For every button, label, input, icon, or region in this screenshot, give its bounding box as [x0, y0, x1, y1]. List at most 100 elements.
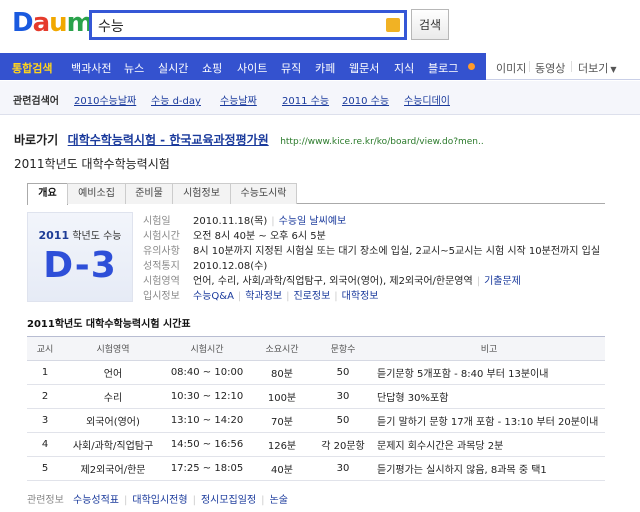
shortcut-link[interactable]: 대학수학능력시험 - 한국교육과정평가원: [68, 133, 269, 147]
nav-item-realtime[interactable]: 실시간: [158, 60, 188, 76]
cell-period: 2: [27, 384, 63, 409]
tab-exam-info[interactable]: 시험정보: [172, 183, 231, 204]
shortcut: 바로가기 대학수학능력시험 - 한국교육과정평가원 http://www.kic…: [14, 131, 484, 148]
tab-lunchbox[interactable]: 수능도시락: [230, 183, 297, 204]
cell-note: 단답형 30%포함: [373, 384, 605, 409]
related-link[interactable]: 2010수능날짜: [74, 92, 136, 107]
cell-note: 듣기 말하기 문항 17개 포함 - 13:10 부터 20분이내: [373, 408, 605, 433]
admission-link[interactable]: 대학정보: [342, 291, 379, 302]
nav-item-site[interactable]: 사이트: [237, 60, 267, 76]
nav-item-images[interactable]: 이미지: [496, 60, 526, 76]
dday-count: D-3: [43, 245, 117, 286]
logo-letter-u: u: [49, 8, 67, 38]
search-input[interactable]: [98, 16, 378, 36]
logo-letter-a: a: [32, 8, 51, 38]
date-value: 2010.11.18(목): [193, 216, 268, 227]
nav-item-blog[interactable]: 블로그: [428, 60, 458, 76]
table-row: 1 언어 08:40 ~ 10:00 80분 50 듣기문항 5개포함 - 8:…: [27, 360, 605, 385]
weather-link[interactable]: 수능일 날씨예보: [279, 216, 347, 227]
column-header: 시험시간: [163, 336, 251, 361]
nav-item-knowledge[interactable]: 지식: [394, 60, 414, 76]
related-info-link[interactable]: 논술: [270, 495, 288, 506]
cell-time: 13:10 ~ 14:20: [163, 408, 251, 433]
cell-subject: 사회/과학/직업탐구: [63, 432, 163, 457]
info-value: 8시 10분까지 지정된 시험실 또는 대기 장소에 입실, 2교시~5교시는 …: [193, 246, 601, 257]
info-label: 성적통지: [143, 261, 180, 272]
nav-item-music[interactable]: 뮤직: [281, 60, 301, 76]
related-searches: 관련검색어 2010수능날짜 수능 d-day 수능날짜 2011 수능 201…: [0, 81, 640, 115]
table-header-row: 교시 시험영역 시험시간 소요시간 문항수 비고: [27, 336, 605, 361]
nav-item-cafe[interactable]: 카페: [315, 60, 335, 76]
column-header: 시험영역: [63, 336, 163, 361]
dday-image: 2011 학년도 수능 D-3: [27, 212, 133, 302]
column-header: 교시: [27, 336, 63, 361]
admission-link[interactable]: 수능Q&A: [193, 291, 234, 302]
divider: |: [237, 291, 242, 302]
nav-item-video[interactable]: 동영상: [535, 60, 565, 76]
nav-item-more[interactable]: 더보기 ▼: [578, 60, 617, 76]
nav-item-integrated[interactable]: 통합검색: [12, 60, 52, 76]
related-link[interactable]: 수능날짜: [220, 92, 257, 107]
past-exam-link[interactable]: 기출문제: [484, 276, 521, 287]
divider: |: [286, 291, 290, 302]
divider: |: [124, 495, 128, 506]
column-header: 소요시간: [251, 336, 313, 361]
shortcut-label: 바로가기: [14, 133, 59, 147]
nav-item-shopping[interactable]: 쇼핑: [202, 60, 222, 76]
schedule-title: 2011학년도 대학수학능력시험 시간표: [27, 319, 191, 330]
cell-subject: 수리: [63, 384, 163, 409]
related-info-label: 관련정보: [27, 495, 64, 506]
cell-note: 문제지 회수시간은 과목당 2분: [373, 432, 605, 457]
info-value: 2010.11.18(목) | 수능일 날씨예보: [193, 212, 346, 227]
cell-period: 1: [27, 360, 63, 385]
cell-note: 듣기평가는 실시하지 않음, 8과목 중 택1: [373, 456, 605, 481]
category-nav: 통합검색 백과사전 뉴스 실시간 쇼핑 사이트 뮤직 카페 웹문서 지식 블로그…: [0, 53, 640, 80]
search-button[interactable]: 검색: [411, 9, 449, 40]
area-value: 언어, 수리, 사회/과학/직업탐구, 외국어(영어), 제2외국어/한문영역: [193, 276, 473, 287]
divider: |: [271, 216, 275, 227]
info-value: 오전 8시 40분 ~ 오후 6시 5분: [193, 231, 326, 242]
nav-more-label: 더보기: [578, 62, 609, 75]
related-link[interactable]: 수능 d-day: [151, 92, 201, 107]
daum-logo[interactable]: Daum: [12, 8, 94, 38]
cell-questions: 50: [313, 408, 373, 433]
cell-period: 5: [27, 456, 63, 481]
cell-duration: 40분: [251, 456, 313, 481]
page-title: 2011학년도 대학수학능력시험: [14, 157, 170, 171]
related-info-link[interactable]: 정시모집일정: [201, 495, 256, 506]
admission-link[interactable]: 학과정보: [245, 291, 282, 302]
cell-time: 17:25 ~ 18:05: [163, 456, 251, 481]
divider: |: [476, 276, 481, 287]
column-header: 문항수: [313, 336, 373, 361]
info-value: 언어, 수리, 사회/과학/직업탐구, 외국어(영어), 제2외국어/한문영역 |…: [193, 272, 521, 287]
cell-subject: 외국어(영어): [63, 408, 163, 433]
related-info-link[interactable]: 대학입시전형: [132, 495, 187, 506]
tab-preliminary[interactable]: 예비소집: [67, 183, 126, 204]
shortcut-url: http://www.kice.re.kr/ko/board/view.do?m…: [280, 137, 484, 147]
tab-overview[interactable]: 개요: [27, 183, 68, 205]
dday-label: 학년도 수능: [72, 231, 122, 242]
cell-questions: 30: [313, 456, 373, 481]
nav-item-webdoc[interactable]: 웹문서: [349, 60, 379, 76]
nav-item-encyclopedia[interactable]: 백과사전: [71, 60, 111, 76]
cell-period: 4: [27, 432, 63, 457]
cell-questions: 각 20문항: [313, 432, 373, 457]
related-link[interactable]: 2011 수능: [282, 92, 329, 107]
nav-item-news[interactable]: 뉴스: [124, 60, 144, 76]
cell-duration: 80분: [251, 360, 313, 385]
related-link[interactable]: 수능디데이: [404, 92, 450, 107]
table-row: 4 사회/과학/직업탐구 14:50 ~ 16:56 126분 각 20문항 문…: [27, 432, 605, 457]
info-value: 수능Q&A | 학과정보 | 진로정보 | 대학정보: [193, 287, 378, 302]
admission-link[interactable]: 진로정보: [293, 291, 330, 302]
cell-subject: 제2외국어/한문: [63, 456, 163, 481]
related-link[interactable]: 2010 수능: [342, 92, 389, 107]
schedule-table: 교시 시험영역 시험시간 소요시간 문항수 비고 1 언어 08:40 ~ 10…: [27, 336, 605, 481]
related-info-link[interactable]: 수능성적표: [73, 495, 119, 506]
nav-divider: [571, 61, 572, 72]
cell-note: 듣기문항 5개포함 - 8:40 부터 13분이내: [373, 360, 605, 385]
divider: |: [334, 291, 338, 302]
tab-supplies[interactable]: 준비물: [125, 183, 173, 204]
search-box: [89, 10, 407, 40]
cell-duration: 126분: [251, 432, 313, 457]
keyboard-icon[interactable]: [386, 18, 400, 32]
